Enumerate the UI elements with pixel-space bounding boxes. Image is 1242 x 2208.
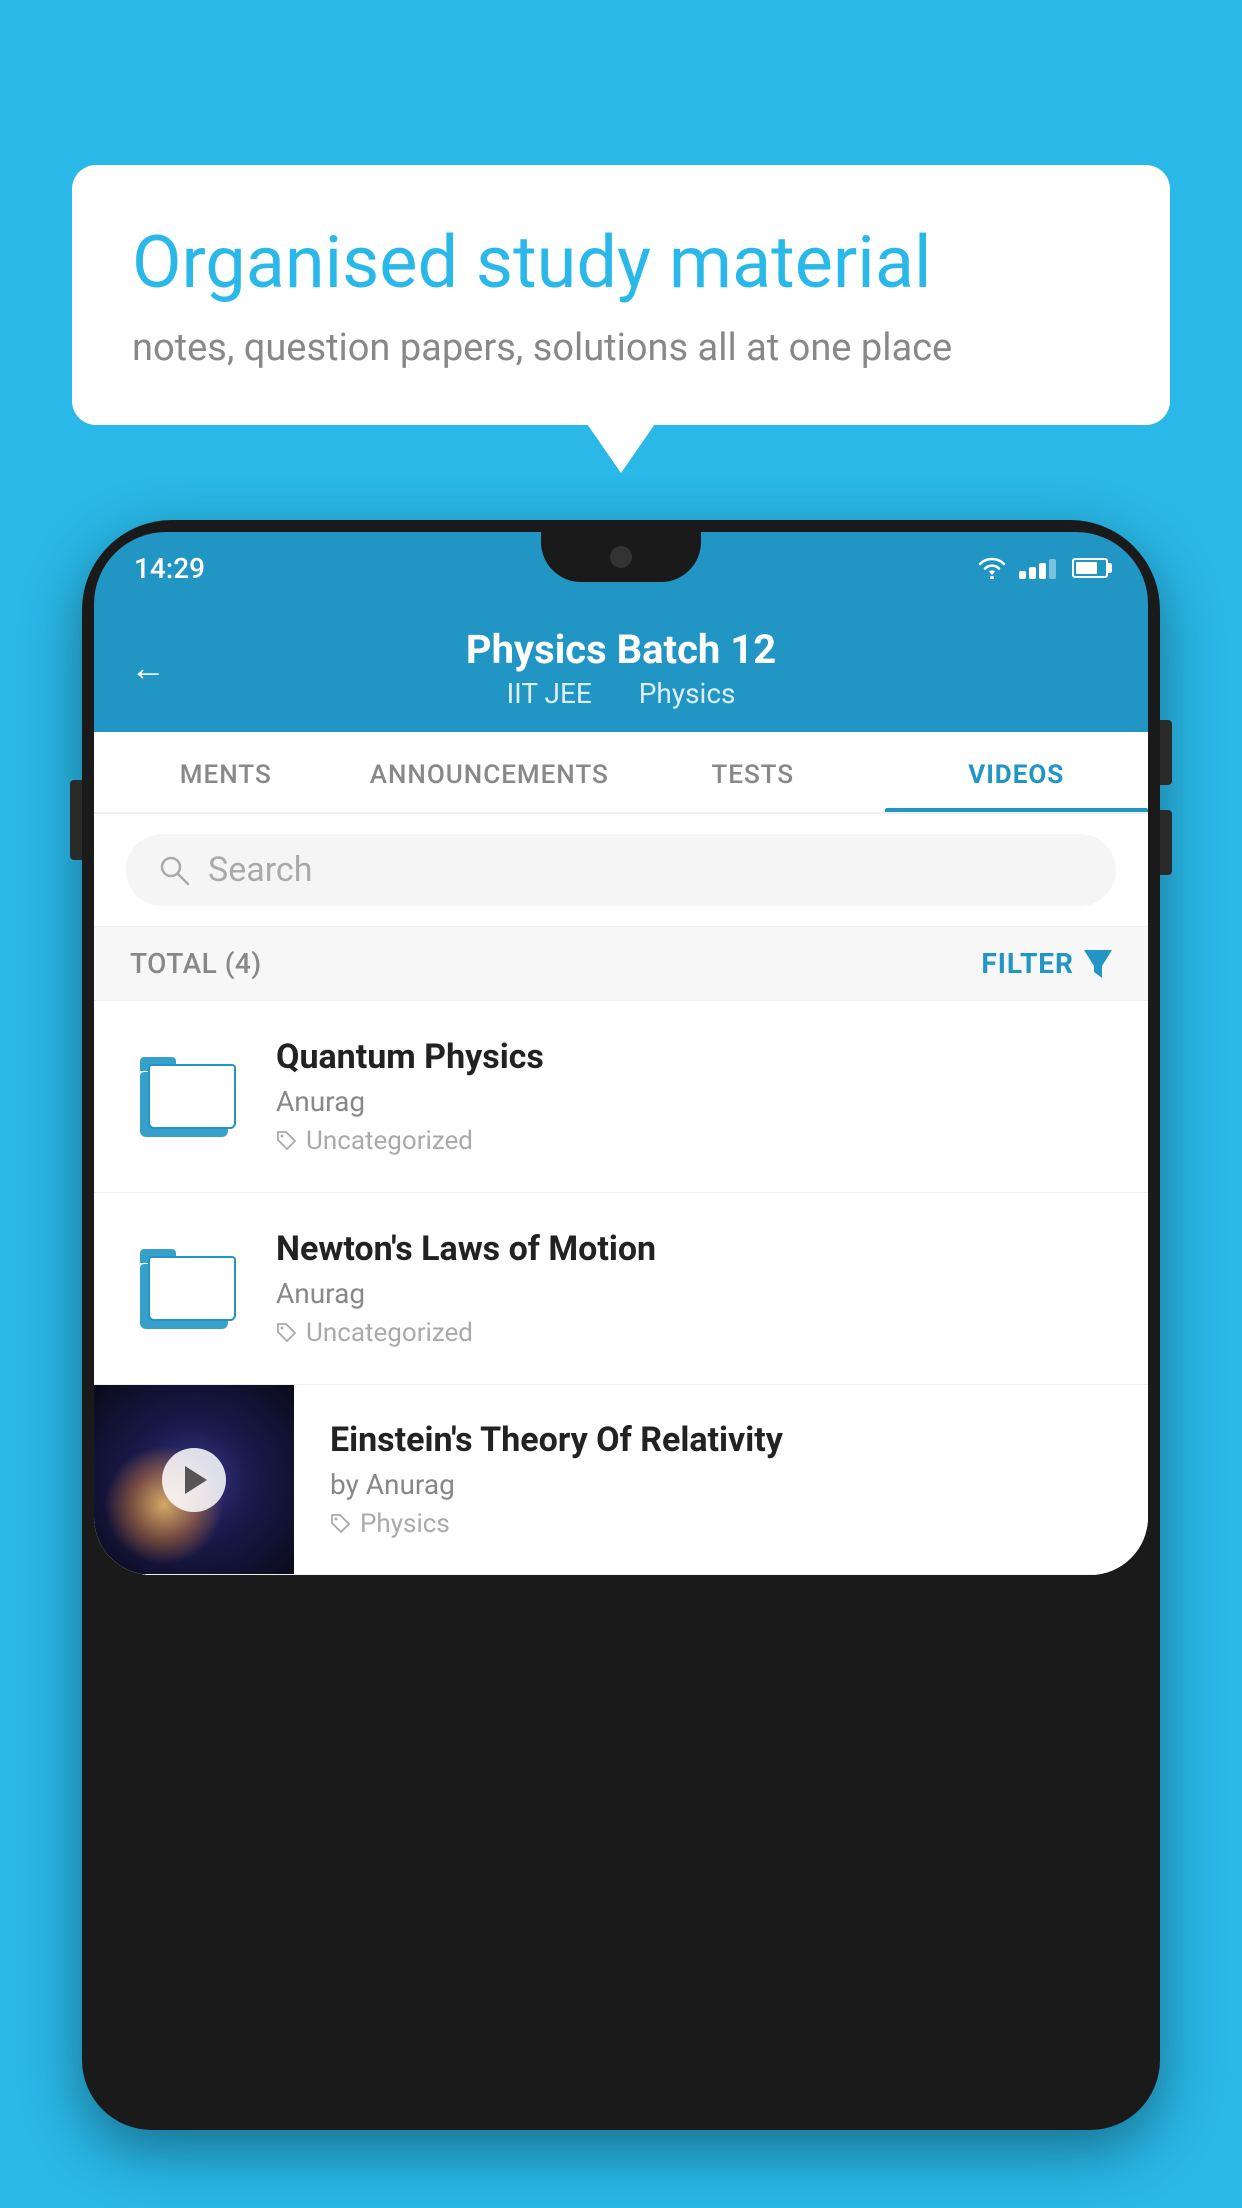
video-info-3: Einstein's Theory Of Relativity by Anura… (330, 1392, 1112, 1567)
back-button[interactable]: ← (130, 647, 166, 689)
video-tag-1: Uncategorized (276, 1126, 1112, 1156)
tab-announcements[interactable]: ANNOUNCEMENTS (358, 732, 622, 812)
video-title-1: Quantum Physics (276, 1037, 1112, 1077)
total-count: TOTAL (4) (130, 947, 262, 980)
video-tag-2: Uncategorized (276, 1318, 1112, 1348)
signal-bars (1019, 557, 1056, 579)
tab-bar: MENTS ANNOUNCEMENTS TESTS VIDEOS (94, 732, 1148, 814)
wifi-icon (977, 557, 1007, 579)
video-thumbnail-3 (94, 1385, 294, 1575)
volume-up-button (1160, 720, 1172, 785)
header-title: Physics Batch 12 (466, 626, 776, 673)
status-bar: 14:29 (94, 532, 1148, 604)
tab-tests[interactable]: TESTS (621, 732, 885, 812)
search-container: Search (94, 814, 1148, 927)
tag-icon (276, 1130, 298, 1152)
camera-dot (610, 546, 632, 568)
play-button[interactable] (162, 1448, 226, 1512)
video-author-2: Anurag (276, 1277, 1112, 1310)
speech-bubble: Organised study material notes, question… (72, 165, 1170, 425)
video-title-3: Einstein's Theory Of Relativity (330, 1420, 1112, 1460)
volume-down-button (1160, 810, 1172, 875)
video-tag-3: Physics (330, 1509, 1112, 1539)
tab-ments[interactable]: MENTS (94, 732, 358, 812)
app-header: ← Physics Batch 12 IIT JEE Physics (94, 604, 1148, 732)
video-info-2: Newton's Laws of Motion Anurag Uncategor… (276, 1229, 1112, 1348)
power-button (70, 780, 82, 860)
status-icons (977, 557, 1108, 579)
search-icon (156, 852, 192, 888)
subtitle-part1: IIT JEE (507, 677, 592, 710)
phone-screen: ← Physics Batch 12 IIT JEE Physics MENTS… (94, 604, 1148, 1575)
filter-button[interactable]: FILTER (981, 947, 1112, 980)
bubble-subtitle: notes, question papers, solutions all at… (132, 326, 1110, 370)
phone-outer: 14:29 (82, 520, 1160, 2130)
video-author-3: by Anurag (330, 1468, 1112, 1501)
video-info-1: Quantum Physics Anurag Uncategorized (276, 1037, 1112, 1156)
subtitle-part2: Physics (639, 677, 736, 710)
video-author-1: Anurag (276, 1085, 1112, 1118)
video-list: Quantum Physics Anurag Uncategorized (94, 1001, 1148, 1575)
video-item-3[interactable]: Einstein's Theory Of Relativity by Anura… (94, 1385, 1148, 1575)
video-thumb-2 (130, 1234, 240, 1344)
battery-icon (1072, 558, 1108, 578)
video-title-2: Newton's Laws of Motion (276, 1229, 1112, 1269)
video-item-1[interactable]: Quantum Physics Anurag Uncategorized (94, 1001, 1148, 1193)
phone-notch (541, 532, 701, 582)
speech-bubble-section: Organised study material notes, question… (72, 165, 1170, 425)
phone-frame: 14:29 (82, 520, 1160, 2208)
tag-icon-3 (330, 1513, 352, 1535)
status-time: 14:29 (134, 552, 205, 585)
tab-videos[interactable]: VIDEOS (885, 732, 1149, 812)
header-subtitle: IIT JEE Physics (497, 677, 746, 710)
video-thumb-1 (130, 1042, 240, 1152)
search-bar[interactable]: Search (126, 834, 1116, 906)
filter-row: TOTAL (4) FILTER (94, 927, 1148, 1001)
search-placeholder: Search (208, 850, 312, 890)
video-item-2[interactable]: Newton's Laws of Motion Anurag Uncategor… (94, 1193, 1148, 1385)
tag-icon-2 (276, 1322, 298, 1344)
bubble-title: Organised study material (132, 220, 1110, 306)
filter-icon (1084, 950, 1112, 978)
